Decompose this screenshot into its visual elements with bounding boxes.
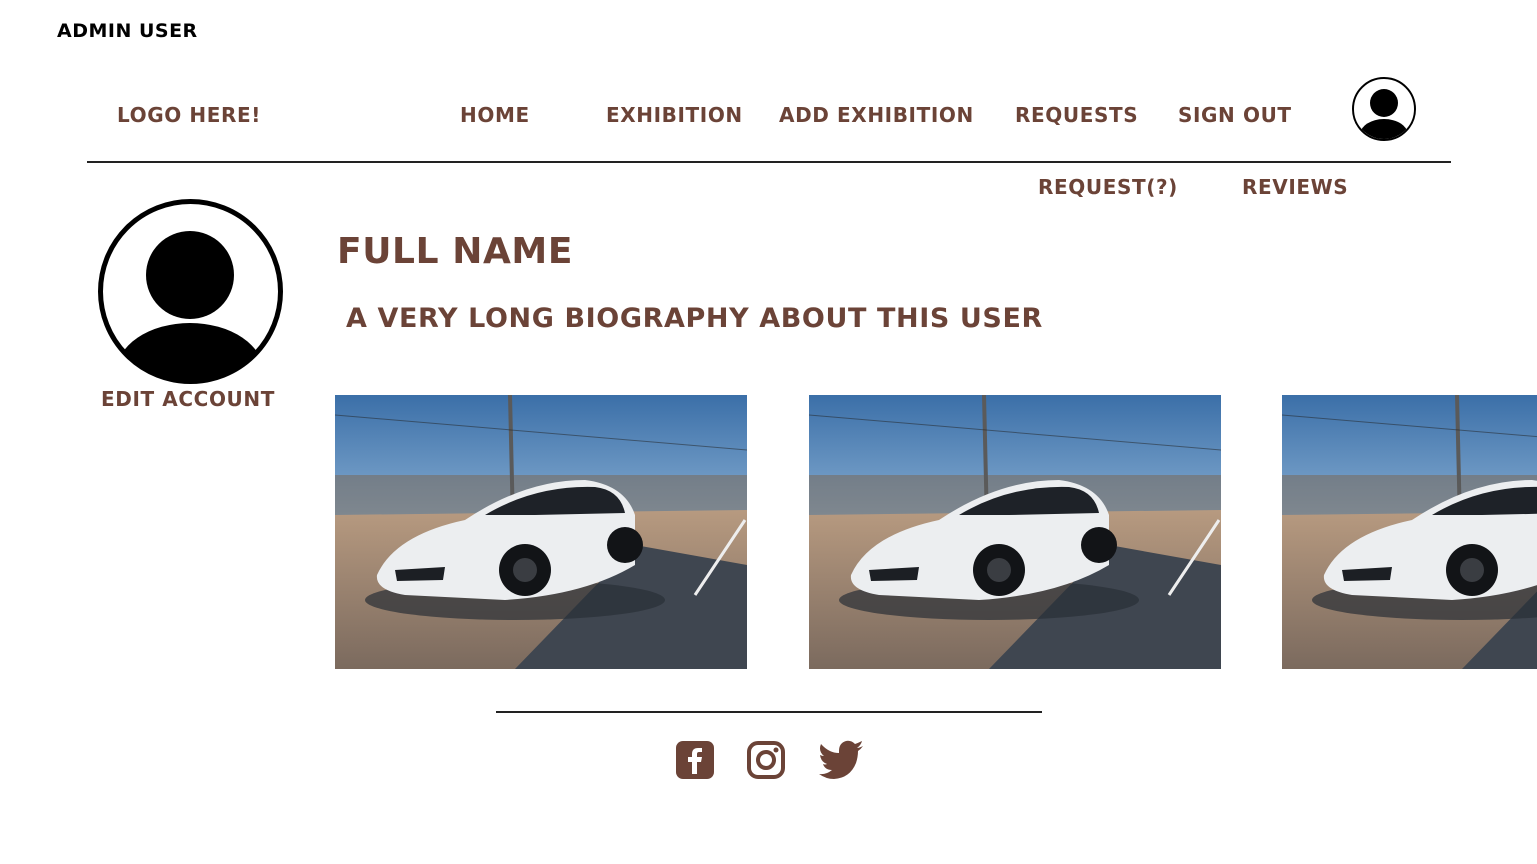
logo-placeholder[interactable]: LOGO HERE! xyxy=(117,103,261,127)
gallery-photo[interactable] xyxy=(335,395,747,669)
header-divider xyxy=(87,161,1451,163)
nav-home-link[interactable]: HOME xyxy=(460,103,530,127)
gallery-photo[interactable] xyxy=(1282,395,1537,669)
gallery-photo[interactable] xyxy=(809,395,1221,669)
header-user-avatar-icon[interactable] xyxy=(1352,77,1416,141)
instagram-icon[interactable] xyxy=(746,740,786,780)
profile-full-name: FULL NAME xyxy=(337,231,574,272)
subnav-request-link[interactable]: REQUEST(?) xyxy=(1038,175,1178,199)
twitter-icon[interactable] xyxy=(818,740,864,780)
profile-avatar-icon xyxy=(97,198,284,385)
nav-add-exhibition-link[interactable]: ADD EXHIBITION xyxy=(779,103,974,127)
admin-user-label: ADMIN USER xyxy=(57,20,198,42)
nav-exhibition-link[interactable]: EXHIBITION xyxy=(606,103,743,127)
edit-account-link[interactable]: EDIT ACCOUNT xyxy=(101,387,275,411)
nav-sign-out-link[interactable]: SIGN OUT xyxy=(1178,103,1292,127)
subnav-reviews-link[interactable]: REVIEWS xyxy=(1242,175,1348,199)
profile-biography: A VERY LONG BIOGRAPHY ABOUT THIS USER xyxy=(346,303,1043,334)
nav-requests-link[interactable]: REQUESTS xyxy=(1015,103,1138,127)
footer-divider xyxy=(496,711,1042,713)
facebook-icon[interactable] xyxy=(675,740,715,780)
